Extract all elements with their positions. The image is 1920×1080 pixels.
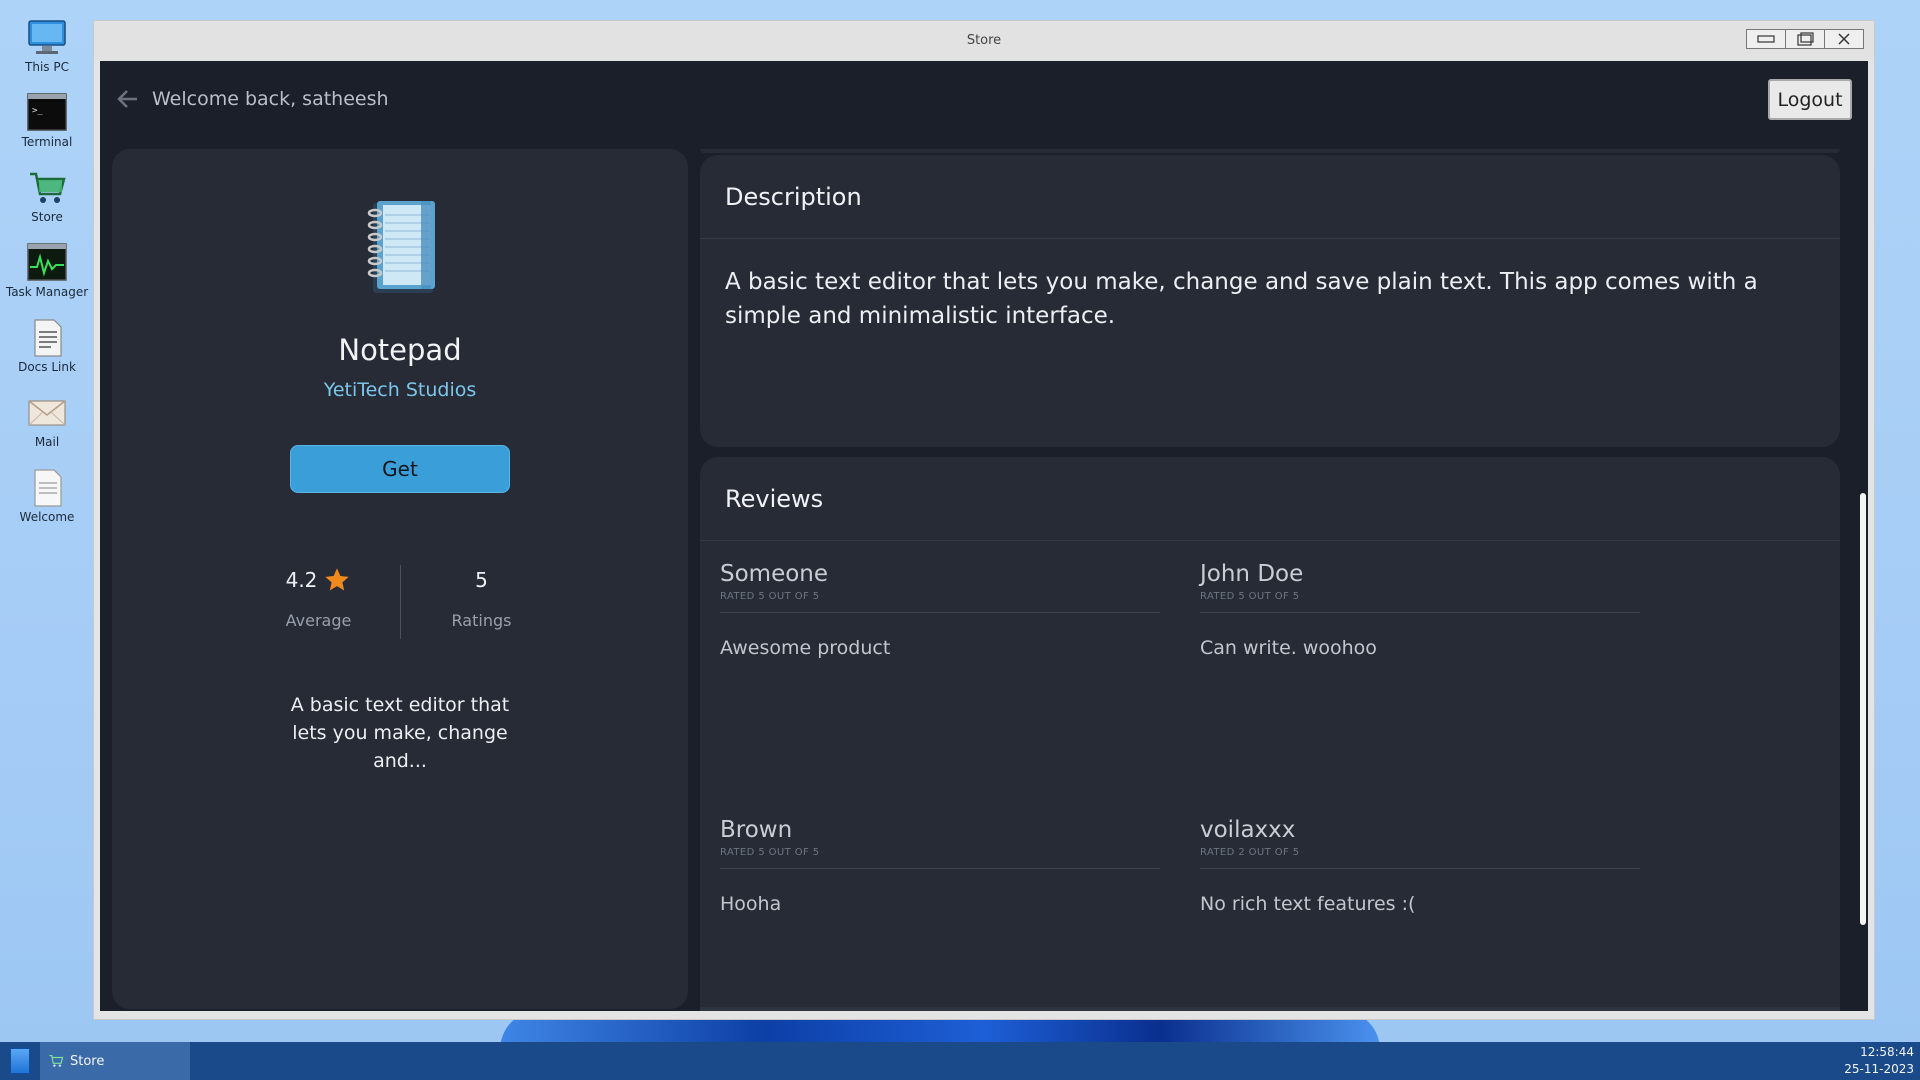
app-name: Notepad bbox=[338, 333, 462, 367]
notebook-icon bbox=[355, 197, 445, 297]
ratings-count: 5 Ratings bbox=[427, 565, 537, 639]
review-rating: RATED 5 OUT OF 5 bbox=[720, 591, 1160, 613]
review-rating: RATED 5 OUT OF 5 bbox=[1200, 591, 1640, 613]
desktop-icon-mail[interactable]: Mail bbox=[0, 389, 94, 464]
terminal-icon: >_ bbox=[27, 93, 67, 133]
welcome-text: Welcome back, satheesh bbox=[152, 88, 389, 110]
review-text: Hooha bbox=[720, 893, 782, 915]
store-window: Store Welcome back, satheesh Logout Note… bbox=[93, 20, 1875, 1020]
taskbar-item-store[interactable]: Store bbox=[40, 1042, 190, 1080]
review-text: Can write. woohoo bbox=[1200, 637, 1377, 659]
review-author: Brown bbox=[720, 817, 793, 843]
logout-button[interactable]: Logout bbox=[1768, 79, 1852, 120]
scrollbar-thumb[interactable] bbox=[1860, 493, 1866, 925]
svg-text:>_: >_ bbox=[32, 106, 43, 116]
description-card: Description A basic text editor that let… bbox=[700, 155, 1840, 447]
rating-stats: 4.2 Average 5 Ratings bbox=[264, 565, 537, 639]
maximize-button[interactable] bbox=[1785, 29, 1825, 49]
desktop-icon-welcome[interactable]: Welcome bbox=[0, 464, 94, 539]
review-author: voilaxxx bbox=[1200, 817, 1296, 843]
average-rating-value: 4.2 bbox=[285, 568, 318, 592]
desktop-icon-label: Welcome bbox=[19, 510, 75, 524]
app-topbar: Welcome back, satheesh Logout bbox=[100, 61, 1868, 147]
cart-icon bbox=[27, 168, 67, 208]
get-button[interactable]: Get bbox=[290, 445, 510, 493]
review-item: Brown RATED 5 OUT OF 5 Hooha bbox=[720, 817, 1160, 915]
close-button[interactable] bbox=[1824, 29, 1864, 49]
desktop-icon-label: Mail bbox=[34, 435, 60, 449]
desktop-icon-label: Terminal bbox=[21, 135, 73, 149]
envelope-icon bbox=[27, 393, 67, 433]
description-text: A basic text editor that lets you make, … bbox=[725, 269, 1758, 329]
stats-divider bbox=[399, 565, 401, 639]
back-button[interactable]: Welcome back, satheesh bbox=[116, 87, 389, 111]
average-rating: 4.2 Average bbox=[264, 565, 374, 639]
desktop-icon-terminal[interactable]: >_ Terminal bbox=[0, 89, 94, 164]
taskbar-clock[interactable]: 12:58:44 25-11-2023 bbox=[1844, 1044, 1914, 1078]
page-icon bbox=[27, 468, 67, 508]
review-item: Someone RATED 5 OUT OF 5 Awesome product bbox=[720, 561, 1160, 659]
ratings-count-caption: Ratings bbox=[451, 611, 512, 630]
activity-monitor-icon bbox=[27, 243, 67, 283]
review-rating: RATED 2 OUT OF 5 bbox=[1200, 847, 1640, 869]
restore-icon bbox=[1797, 32, 1814, 46]
review-rating: RATED 5 OUT OF 5 bbox=[720, 847, 1160, 869]
monitor-icon bbox=[27, 18, 67, 58]
desktop-icons: This PC >_ Terminal Store Task Manager D… bbox=[0, 14, 94, 539]
desktop-icon-docs-link[interactable]: Docs Link bbox=[0, 314, 94, 389]
star-icon bbox=[325, 568, 350, 591]
app-summary-card: Notepad YetiTech Studios Get 4.2 Average… bbox=[112, 149, 688, 1009]
minimize-icon bbox=[1757, 35, 1775, 43]
desktop-icon-label: Store bbox=[31, 210, 63, 224]
ratings-count-value: 5 bbox=[475, 568, 488, 592]
publisher-link[interactable]: YetiTech Studios bbox=[324, 379, 477, 401]
desktop-icon-this-pc[interactable]: This PC bbox=[0, 14, 94, 89]
desktop-icon-label: This PC bbox=[25, 60, 69, 74]
details-panel[interactable]: Description A basic text editor that let… bbox=[700, 149, 1868, 1011]
review-text: No rich text features :( bbox=[1200, 893, 1416, 915]
review-item: voilaxxx RATED 2 OUT OF 5 No rich text f… bbox=[1200, 817, 1640, 915]
close-icon bbox=[1838, 33, 1850, 45]
reviews-title: Reviews bbox=[700, 457, 1840, 541]
short-description: A basic text editor that lets you make, … bbox=[290, 694, 510, 772]
desktop-icon-label: Docs Link bbox=[18, 360, 76, 374]
window-controls bbox=[1746, 29, 1864, 49]
average-rating-caption: Average bbox=[285, 611, 352, 630]
desktop-icon-task-manager[interactable]: Task Manager bbox=[0, 239, 94, 314]
taskbar: Store 12:58:44 25-11-2023 bbox=[0, 1042, 1920, 1080]
store-app: Welcome back, satheesh Logout Notepad Ye… bbox=[100, 61, 1868, 1011]
document-icon bbox=[27, 318, 67, 358]
window-titlebar[interactable]: Store bbox=[94, 21, 1874, 60]
taskbar-item-label: Store bbox=[70, 1053, 105, 1069]
next-card-edge bbox=[700, 1007, 1840, 1011]
clock-time: 12:58:44 bbox=[1860, 1045, 1914, 1059]
review-author: John Doe bbox=[1200, 561, 1304, 587]
review-text: Awesome product bbox=[720, 637, 891, 659]
clock-date: 25-11-2023 bbox=[1844, 1062, 1914, 1076]
cart-icon bbox=[49, 1054, 64, 1067]
review-item: John Doe RATED 5 OUT OF 5 Can write. woo… bbox=[1200, 561, 1640, 659]
desktop-icon-label: Task Manager bbox=[5, 285, 89, 299]
review-author: Someone bbox=[720, 561, 829, 587]
reviews-card: Reviews Someone RATED 5 OUT OF 5 Awesome… bbox=[700, 457, 1840, 1009]
description-title: Description bbox=[700, 155, 1840, 239]
minimize-button[interactable] bbox=[1746, 29, 1786, 49]
window-title: Store bbox=[966, 33, 1002, 48]
details-scrollbar[interactable] bbox=[1858, 149, 1868, 1011]
back-arrow-icon bbox=[117, 90, 137, 108]
desktop-icon-store[interactable]: Store bbox=[0, 164, 94, 239]
previous-card-edge bbox=[700, 149, 1840, 153]
start-button[interactable] bbox=[10, 1048, 30, 1074]
